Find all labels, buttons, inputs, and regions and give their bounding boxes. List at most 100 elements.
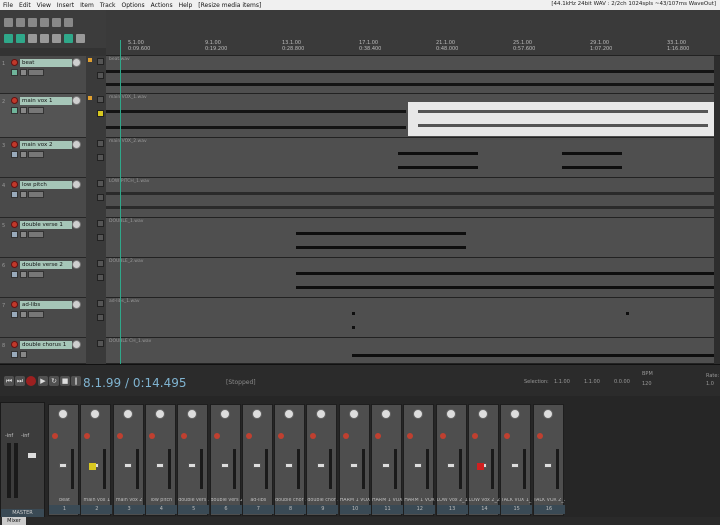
record-monitor-icon[interactable] <box>476 463 484 470</box>
volume-fader[interactable] <box>220 463 229 468</box>
pan-knob[interactable] <box>510 409 521 419</box>
time-position[interactable]: 8.1.99 / 0:14.495 <box>83 376 187 390</box>
mixer-channel-strip[interactable]: beat 1 <box>48 404 80 516</box>
waveform[interactable] <box>352 354 714 357</box>
volume-fader[interactable] <box>446 463 455 468</box>
waveform[interactable] <box>106 126 406 129</box>
channel-label[interactable]: double vers 1 <box>178 498 209 503</box>
pan-knob[interactable] <box>348 409 359 419</box>
mixer-channel-strip[interactable]: LOW vox 2_1 13 <box>435 404 468 516</box>
volume-knob[interactable] <box>72 58 81 67</box>
project-settings-icon[interactable] <box>40 18 49 27</box>
metronome-icon[interactable] <box>76 34 85 43</box>
volume-knob[interactable] <box>72 180 81 189</box>
io-button[interactable] <box>97 234 104 241</box>
record-arm-icon[interactable] <box>536 433 543 439</box>
solo-button[interactable] <box>20 191 27 198</box>
record-arm-icon[interactable] <box>11 261 18 268</box>
mixer-channel-strip[interactable]: HARM 1 VOX 1 10 <box>338 404 371 516</box>
io-button[interactable] <box>97 72 104 79</box>
selection-start[interactable]: 1.1.00 <box>554 379 570 385</box>
volume-knob[interactable] <box>72 96 81 105</box>
track-name[interactable]: ad-libs <box>20 301 72 309</box>
record-arm-icon[interactable] <box>11 141 18 148</box>
io-button[interactable] <box>97 154 104 161</box>
menu-insert[interactable]: Insert <box>54 2 77 9</box>
mute-button[interactable] <box>11 351 18 358</box>
record-arm-icon[interactable] <box>504 433 511 439</box>
record-arm-icon[interactable] <box>11 97 18 104</box>
pan-knob[interactable] <box>251 409 262 419</box>
track-lane[interactable]: DOUBLE_1.wav <box>106 218 720 258</box>
go-to-start-icon[interactable]: ⏮ <box>4 376 14 386</box>
pan-knob[interactable] <box>316 409 327 419</box>
track-envelope-button[interactable] <box>28 69 44 76</box>
volume-knob[interactable] <box>72 220 81 229</box>
track-lane[interactable]: DOUBLE CH_1.wav <box>106 338 720 364</box>
volume-fader[interactable] <box>543 463 552 468</box>
track-envelope-button[interactable] <box>28 191 44 198</box>
record-arm-icon[interactable] <box>375 433 381 439</box>
channel-label[interactable]: LOW vox 2_2 <box>469 498 500 503</box>
waveform[interactable] <box>296 232 466 235</box>
go-to-end-icon[interactable]: ⏭ <box>15 376 25 386</box>
pan-knob[interactable] <box>381 409 391 419</box>
track-lane[interactable]: ad-libs_1.wav <box>106 298 720 338</box>
stop-button[interactable]: ■ <box>60 376 70 386</box>
mute-button[interactable] <box>11 191 18 198</box>
track-lane[interactable]: main VOX_1.wav <box>106 94 720 138</box>
menu-file[interactable]: File <box>0 2 16 9</box>
mute-button[interactable] <box>11 151 18 158</box>
mixer-channel-strip[interactable]: LOW vox 2_2 14 <box>467 404 500 516</box>
redo-icon[interactable] <box>64 18 73 27</box>
selection-end[interactable]: 1.1.00 <box>584 379 600 385</box>
mixer-channel-strip[interactable]: HARM 1 VOX 2 11 <box>371 404 403 516</box>
track-name[interactable]: main vox 1 <box>20 97 72 105</box>
pan-knob[interactable] <box>219 409 230 419</box>
waveform[interactable] <box>562 152 622 155</box>
record-arm-icon[interactable] <box>84 433 91 439</box>
selection-length[interactable]: 0.0.00 <box>614 379 630 385</box>
fx-button[interactable] <box>97 340 104 347</box>
io-button[interactable] <box>97 314 104 321</box>
waveform[interactable] <box>418 110 708 113</box>
volume-fader[interactable] <box>349 463 358 468</box>
channel-label[interactable]: low pitch <box>146 498 177 503</box>
channel-label[interactable]: LOW vox 2_1 <box>437 498 468 503</box>
menu-options[interactable]: Options <box>119 2 148 9</box>
fx-button[interactable] <box>97 300 104 307</box>
record-arm-icon[interactable] <box>181 433 188 439</box>
waveform[interactable] <box>296 246 466 249</box>
pan-knob[interactable] <box>445 409 456 419</box>
mixer-channel-strip[interactable]: low pitch 4 <box>144 404 177 516</box>
repeat-icon[interactable]: ↻ <box>49 376 59 386</box>
channel-label[interactable]: TALK VOX 2_1 <box>534 498 565 503</box>
volume-fader[interactable] <box>155 463 164 468</box>
record-arm-icon[interactable] <box>278 433 285 439</box>
waveform[interactable] <box>106 70 714 73</box>
record-button[interactable] <box>26 376 36 386</box>
waveform[interactable] <box>296 286 716 289</box>
record-arm-icon[interactable] <box>407 433 414 439</box>
volume-fader[interactable] <box>414 463 423 468</box>
volume-fader[interactable] <box>511 463 520 468</box>
selected-item-marker[interactable] <box>97 110 104 117</box>
undo-icon[interactable] <box>52 18 61 27</box>
menu-item[interactable]: Item <box>77 2 97 9</box>
fx-button[interactable] <box>97 96 104 103</box>
mixer-channel-strip[interactable]: double vers 2 6 <box>209 404 242 516</box>
waveform[interactable] <box>106 110 406 113</box>
channel-label[interactable]: double vers 2 <box>211 498 242 503</box>
volume-knob[interactable] <box>72 140 81 149</box>
item-group-icon[interactable] <box>52 34 61 43</box>
track-name[interactable]: double verse 2 <box>20 261 72 269</box>
selected-media-item[interactable] <box>408 102 714 136</box>
mixer-channel-strip[interactable]: double vers 1 5 <box>177 404 210 516</box>
record-arm-icon[interactable] <box>11 59 18 66</box>
master-strip[interactable]: -inf -inf MASTER <box>0 402 45 519</box>
channel-label[interactable]: double chor 2 <box>307 498 338 503</box>
waveform[interactable] <box>398 152 478 155</box>
solo-button[interactable] <box>20 311 27 318</box>
mixer-channel-strip[interactable]: double chor 2 9 <box>306 404 339 516</box>
pan-knob[interactable] <box>58 409 68 419</box>
